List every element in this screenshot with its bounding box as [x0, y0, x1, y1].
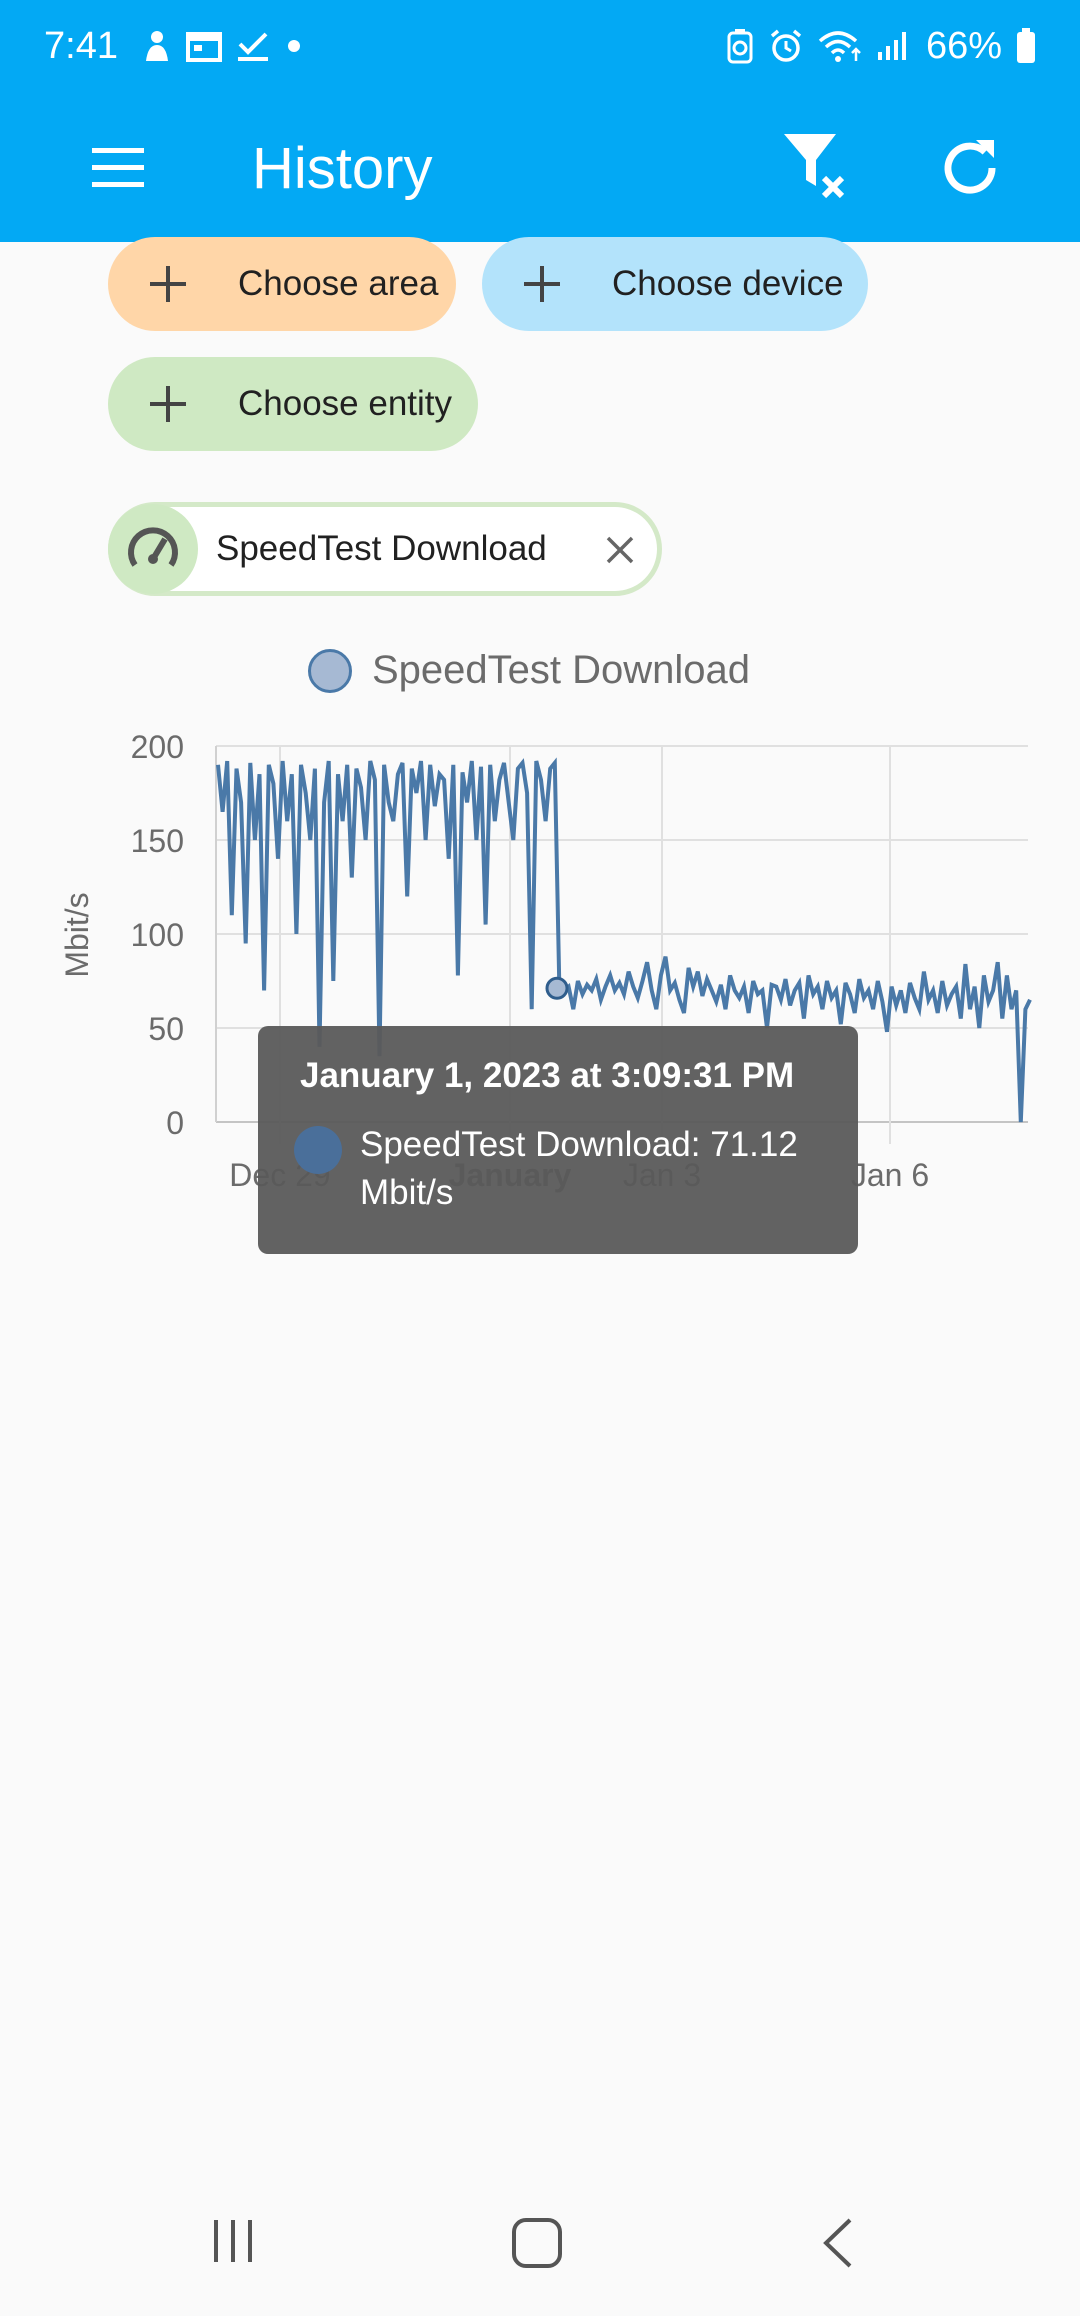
- x-tick-label: Jan 6: [851, 1157, 929, 1193]
- y-tick-label: 200: [131, 729, 184, 765]
- home-icon[interactable]: [510, 2216, 564, 2270]
- recent-apps-icon[interactable]: [208, 2216, 258, 2266]
- y-axis-ticks: 200 150 100 50 0: [131, 729, 184, 1141]
- chart-tooltip: January 1, 2023 at 3:09:31 PM SpeedTest …: [258, 1026, 858, 1254]
- y-tick-label: 50: [148, 1011, 184, 1047]
- back-icon[interactable]: [818, 2216, 858, 2270]
- nav-bar: [0, 2180, 1080, 2316]
- tooltip-text: SpeedTest Download: 71.12 Mbit/s: [360, 1125, 798, 1212]
- tooltip-series-marker: [294, 1126, 342, 1174]
- y-axis-label: Mbit/s: [59, 892, 95, 977]
- hover-point: [545, 976, 569, 1000]
- y-tick-label: 150: [131, 823, 184, 859]
- tooltip-title: January 1, 2023 at 3:09:31 PM: [300, 1056, 795, 1095]
- y-tick-label: 0: [166, 1105, 184, 1141]
- y-tick-label: 100: [131, 917, 184, 953]
